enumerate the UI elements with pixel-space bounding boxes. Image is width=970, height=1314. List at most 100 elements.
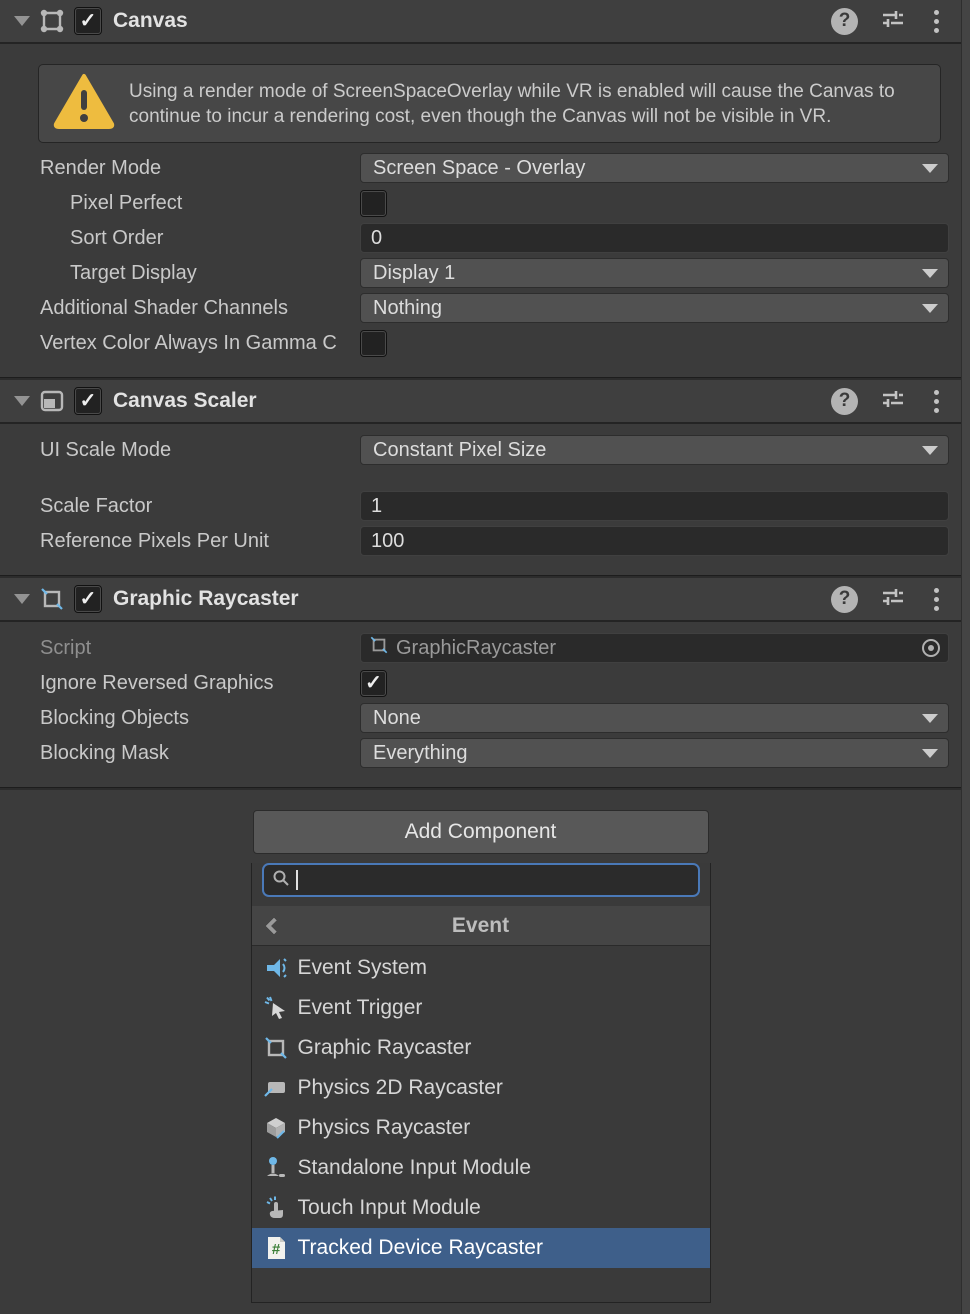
- event-system-icon: [262, 954, 290, 982]
- script-row: Script GraphicRaycaster: [0, 633, 961, 663]
- field-label: Blocking Objects: [0, 707, 360, 730]
- menu-item-label: Event System: [298, 956, 428, 980]
- field-label: Ignore Reversed Graphics: [0, 672, 360, 695]
- component-enabled-checkbox[interactable]: [74, 7, 102, 35]
- unity-inspector: Canvas ? Using a render mode of ScreenSp…: [0, 0, 961, 1303]
- field-label: Sort Order: [0, 227, 360, 250]
- additional-shader-channels-row: Additional Shader Channels Nothing: [0, 293, 961, 323]
- tracked-device-raycaster-icon: #: [262, 1234, 290, 1262]
- graphic-raycaster-component-header[interactable]: Graphic Raycaster ?: [0, 578, 961, 622]
- presets-icon[interactable]: [880, 6, 906, 37]
- ignore-reversed-graphics-row: Ignore Reversed Graphics: [0, 668, 961, 698]
- blocking-objects-dropdown[interactable]: None: [360, 703, 949, 733]
- canvas-scaler-component-header[interactable]: Canvas Scaler ?: [0, 380, 961, 424]
- script-object-field[interactable]: GraphicRaycaster: [360, 633, 949, 663]
- text-cursor: [296, 870, 298, 890]
- dropdown-value: None: [373, 707, 421, 730]
- search-icon: [272, 869, 290, 892]
- canvas-scaler-body: UI Scale Mode Constant Pixel Size Scale …: [0, 424, 961, 575]
- presets-icon[interactable]: [880, 386, 906, 417]
- object-picker-icon[interactable]: [922, 639, 940, 657]
- menu-item-physics-raycaster[interactable]: Physics Raycaster: [252, 1108, 710, 1148]
- scale-factor-field[interactable]: 1: [360, 491, 949, 521]
- graphic-raycaster-icon: [369, 635, 389, 661]
- kebab-menu-icon[interactable]: [934, 399, 939, 404]
- field-label: Vertex Color Always In Gamma C: [0, 332, 360, 355]
- svg-text:#: #: [271, 1241, 280, 1258]
- additional-shader-channels-dropdown[interactable]: Nothing: [360, 293, 949, 323]
- menu-item-graphic-raycaster[interactable]: Graphic Raycaster: [252, 1028, 710, 1068]
- pixel-perfect-checkbox[interactable]: [360, 190, 387, 217]
- menu-item-physics-2d-raycaster[interactable]: Physics 2D Raycaster: [252, 1068, 710, 1108]
- row-gap: [0, 470, 961, 486]
- chevron-down-icon: [922, 749, 938, 758]
- blocking-mask-row: Blocking Mask Everything: [0, 738, 961, 768]
- chevron-down-icon: [922, 269, 938, 278]
- field-value: 1: [371, 495, 382, 518]
- field-label: Target Display: [0, 262, 360, 285]
- ignore-reversed-graphics-checkbox[interactable]: [360, 670, 387, 697]
- presets-icon[interactable]: [880, 584, 906, 615]
- dropdown-value: Screen Space - Overlay: [373, 157, 585, 180]
- add-component-menu: Event Event System: [251, 863, 711, 1303]
- foldout-arrow-icon[interactable]: [14, 396, 30, 406]
- ui-scale-mode-dropdown[interactable]: Constant Pixel Size: [360, 435, 949, 465]
- help-icon[interactable]: ?: [831, 388, 858, 415]
- physics-raycaster-icon: [262, 1114, 290, 1142]
- scrollbar-track[interactable]: [961, 0, 970, 1314]
- field-value: 0: [371, 227, 382, 250]
- help-icon[interactable]: ?: [831, 586, 858, 613]
- sort-order-field[interactable]: 0: [360, 223, 949, 253]
- canvas-body: Using a render mode of ScreenSpaceOverla…: [0, 44, 961, 377]
- component-title: Graphic Raycaster: [113, 587, 299, 611]
- menu-item-event-trigger[interactable]: Event Trigger: [252, 988, 710, 1028]
- menu-item-label: Touch Input Module: [298, 1196, 481, 1220]
- graphic-raycaster-icon: [39, 586, 65, 612]
- warning-icon: [53, 73, 115, 134]
- component-enabled-checkbox[interactable]: [74, 387, 102, 415]
- chevron-down-icon: [922, 304, 938, 313]
- object-value: GraphicRaycaster: [396, 637, 556, 660]
- blocking-mask-dropdown[interactable]: Everything: [360, 738, 949, 768]
- dropdown-value: Nothing: [373, 297, 442, 320]
- menu-item-label: Graphic Raycaster: [298, 1036, 472, 1060]
- menu-item-label: Standalone Input Module: [298, 1156, 532, 1180]
- foldout-arrow-icon[interactable]: [14, 594, 30, 604]
- dropdown-value: Display 1: [373, 262, 455, 285]
- blocking-objects-row: Blocking Objects None: [0, 703, 961, 733]
- reference-pixels-field[interactable]: 100: [360, 526, 949, 556]
- field-label: Render Mode: [0, 157, 360, 180]
- component-enabled-checkbox[interactable]: [74, 585, 102, 613]
- canvas-scaler-icon: [39, 388, 65, 414]
- physics-2d-raycaster-icon: [262, 1074, 290, 1102]
- menu-item-tracked-device-raycaster[interactable]: # Tracked Device Raycaster: [252, 1228, 710, 1268]
- component-title: Canvas Scaler: [113, 389, 257, 413]
- menu-item-event-system[interactable]: Event System: [252, 948, 710, 988]
- target-display-row: Target Display Display 1: [0, 258, 961, 288]
- field-label: Reference Pixels Per Unit: [0, 530, 360, 553]
- dropdown-value: Everything: [373, 742, 468, 765]
- canvas-component-header[interactable]: Canvas ?: [0, 0, 961, 44]
- menu-item-touch-input-module[interactable]: Touch Input Module: [252, 1188, 710, 1228]
- category-header[interactable]: Event: [252, 906, 710, 946]
- sort-order-row: Sort Order 0: [0, 223, 961, 253]
- ui-scale-mode-row: UI Scale Mode Constant Pixel Size: [0, 435, 961, 465]
- render-mode-dropdown[interactable]: Screen Space - Overlay: [360, 153, 949, 183]
- field-label: Additional Shader Channels: [0, 297, 360, 320]
- field-label: Script: [0, 637, 360, 660]
- kebab-menu-icon[interactable]: [934, 19, 939, 24]
- help-icon[interactable]: ?: [831, 8, 858, 35]
- foldout-arrow-icon[interactable]: [14, 16, 30, 26]
- component-search-input[interactable]: [262, 863, 700, 897]
- chevron-down-icon: [922, 164, 938, 173]
- chevron-down-icon: [922, 714, 938, 723]
- field-label: Pixel Perfect: [0, 192, 360, 215]
- menu-item-standalone-input-module[interactable]: Standalone Input Module: [252, 1148, 710, 1188]
- add-component-button[interactable]: Add Component: [253, 810, 709, 854]
- vertex-color-checkbox[interactable]: [360, 330, 387, 357]
- field-label: UI Scale Mode: [0, 439, 360, 462]
- kebab-menu-icon[interactable]: [934, 597, 939, 602]
- field-label: Scale Factor: [0, 495, 360, 518]
- category-title: Event: [252, 914, 710, 938]
- target-display-dropdown[interactable]: Display 1: [360, 258, 949, 288]
